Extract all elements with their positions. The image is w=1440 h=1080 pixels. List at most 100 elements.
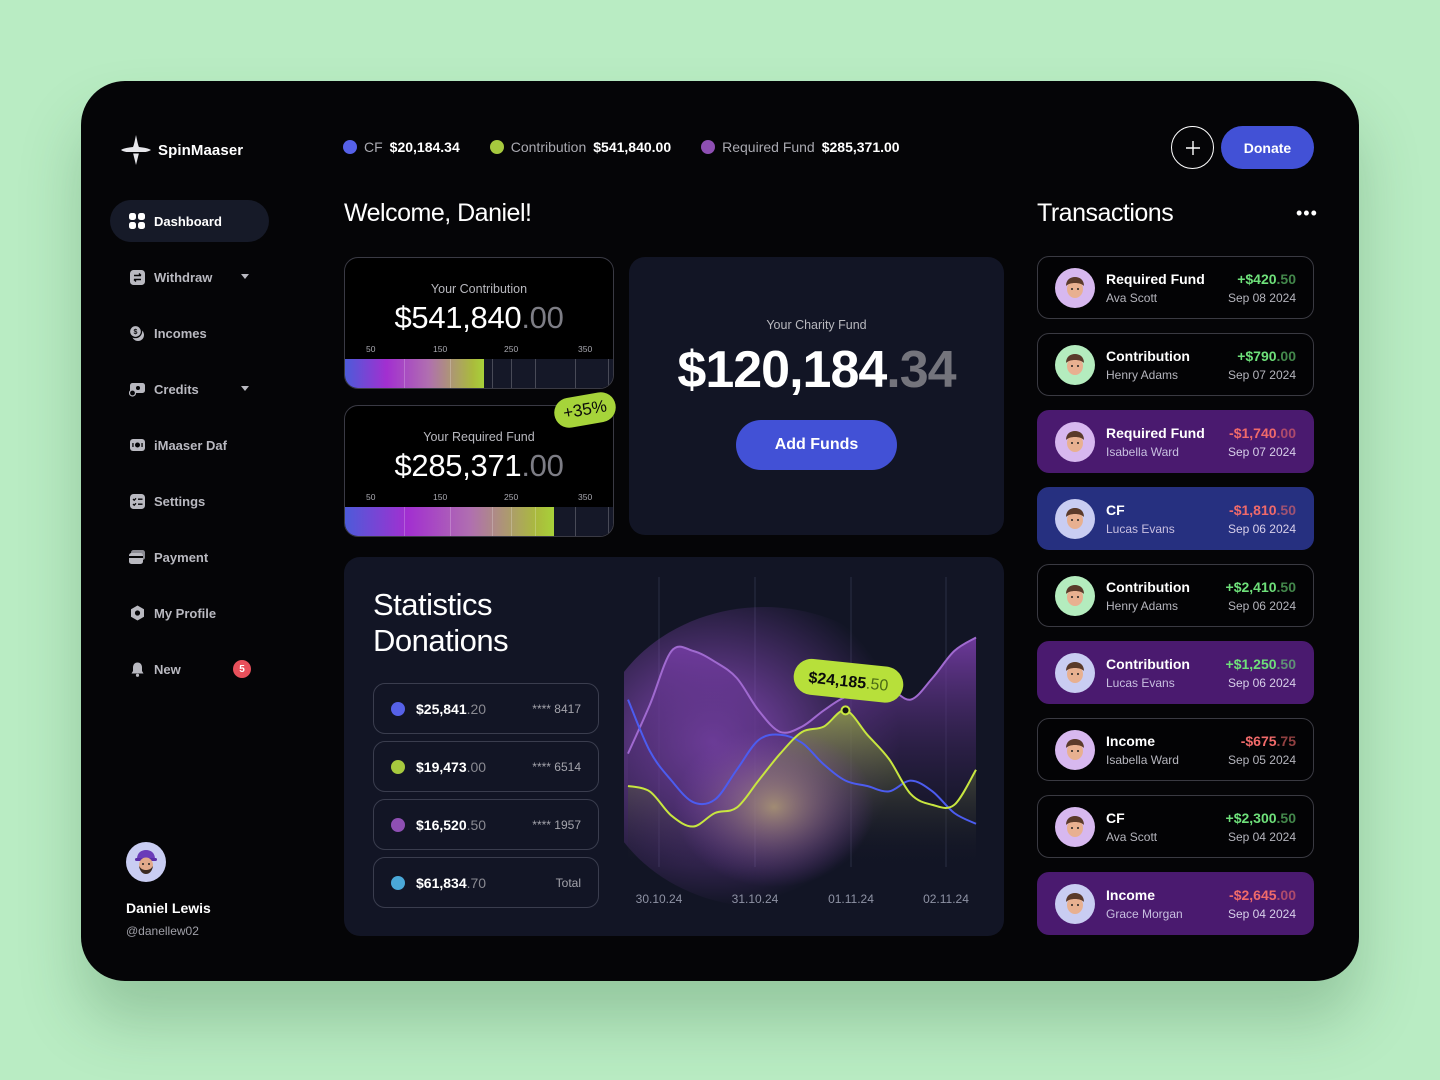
card-amount: $120,184.34 <box>629 340 1004 400</box>
chevron-down-icon[interactable] <box>241 386 249 391</box>
transaction-item[interactable]: Contribution Henry Adams +$790.00 Sep 07… <box>1037 333 1314 396</box>
transaction-item[interactable]: CF Ava Scott +$2,300.50 Sep 04 2024 <box>1037 795 1314 858</box>
transaction-person: Isabella Ward <box>1106 752 1179 767</box>
sidebar-item-my-profile[interactable]: My Profile <box>110 592 269 634</box>
avatar[interactable] <box>126 842 166 882</box>
bell-icon <box>129 661 145 677</box>
transaction-item[interactable]: Required Fund Ava Scott +$420.50 Sep 08 … <box>1037 256 1314 319</box>
user-profile[interactable]: Daniel Lewis @danellew02 <box>126 842 211 938</box>
transaction-amount: -$1,740.00 <box>1228 425 1296 441</box>
amount-integer: $25,841 <box>416 700 467 717</box>
legend-dot <box>391 817 405 832</box>
transaction-info: Contribution Lucas Evans <box>1106 656 1190 690</box>
sidebar-item-credits[interactable]: Credits <box>110 368 269 410</box>
legend-amount: $19,473.00 <box>416 759 486 775</box>
avatar <box>1055 267 1095 308</box>
svg-text:$: $ <box>134 329 138 336</box>
tooltip-value-decimal: .50 <box>865 676 889 695</box>
transaction-item[interactable]: Required Fund Isabella Ward -$1,740.00 S… <box>1037 410 1314 473</box>
add-funds-button[interactable]: Add Funds <box>736 420 897 470</box>
transaction-amount: +$1,250.50 <box>1226 656 1296 672</box>
transaction-item[interactable]: CF Lucas Evans -$1,810.50 Sep 06 2024 <box>1037 487 1314 550</box>
x-tick-label: 02.11.24 <box>923 892 969 906</box>
contribution-card: Your Contribution $541,840.00 50 150 250… <box>344 257 614 389</box>
bar-segment-divider <box>575 359 577 388</box>
transaction-date: Sep 06 2024 <box>1227 675 1296 690</box>
donate-button[interactable]: Donate <box>1221 126 1314 169</box>
transaction-meta: -$1,740.00 Sep 07 2024 <box>1228 425 1296 459</box>
transaction-meta: +$420.50 Sep 08 2024 <box>1228 271 1296 305</box>
amount-decimal: .50 <box>1276 270 1296 287</box>
amount-integer: +$790 <box>1237 347 1277 364</box>
chart-glow <box>674 727 874 887</box>
amount-decimal: .20 <box>466 700 487 717</box>
stat-label: Required Fund <box>722 139 815 155</box>
hexagon-icon <box>129 605 145 621</box>
sidebar-item-new[interactable]: New 5 <box>110 648 269 690</box>
sidebar-item-withdraw[interactable]: Withdraw <box>110 256 269 298</box>
transaction-person: Lucas Evans <box>1106 521 1175 536</box>
transaction-meta: +$2,300.50 Sep 04 2024 <box>1226 810 1296 844</box>
transaction-date: Sep 08 2024 <box>1227 290 1296 305</box>
chart-areas <box>624 607 976 907</box>
sidebar-item-label: Withdraw <box>154 269 213 285</box>
donations-chart[interactable]: 30.10.24 31.10.24 01.11.24 02.11.24 $24,185… <box>624 577 994 927</box>
legend-dot <box>391 759 405 774</box>
transaction-amount: -$675.75 <box>1228 733 1296 749</box>
transaction-person: Ava Scott <box>1106 290 1158 305</box>
bar-segment-divider <box>403 359 405 388</box>
sidebar-item-settings[interactable]: Settings <box>110 480 269 522</box>
avatar <box>1055 344 1095 385</box>
cash-icon <box>129 437 145 453</box>
sidebar-item-imaaser-daf[interactable]: iMaaser Daf <box>110 424 269 466</box>
scale-tick: 50 <box>366 344 376 354</box>
sidebar-item-payment[interactable]: Payment <box>110 536 269 578</box>
transaction-amount: +$2,410.50 <box>1226 579 1296 595</box>
summary-stats: CF $20,184.34 Contribution $541,840.00 R… <box>343 139 900 155</box>
sidebar-nav: Dashboard Withdraw $ Incomes Credits iMa… <box>110 200 269 704</box>
transaction-meta: +$2,410.50 Sep 06 2024 <box>1226 579 1296 613</box>
legend-item[interactable]: $16,520.50 **** 1957 <box>373 799 599 850</box>
transaction-amount: -$1,810.50 <box>1228 502 1296 518</box>
transaction-item[interactable]: Income Isabella Ward -$675.75 Sep 05 202… <box>1037 718 1314 781</box>
avatar <box>1055 652 1095 693</box>
more-icon[interactable]: ••• <box>1296 203 1318 224</box>
transactions-list: Required Fund Ava Scott +$420.50 Sep 08 … <box>1037 256 1314 949</box>
card-number: **** 1957 <box>532 817 581 832</box>
credit-icon <box>129 381 145 397</box>
legend-dot <box>489 140 504 154</box>
chevron-down-icon[interactable] <box>241 274 249 279</box>
legend-item[interactable]: $19,473.00 **** 6514 <box>373 741 599 792</box>
sidebar-item-incomes[interactable]: $ Incomes <box>110 312 269 354</box>
scale-tick: 250 <box>504 492 519 502</box>
sidebar-item-dashboard[interactable]: Dashboard <box>110 200 269 242</box>
transaction-type: Required Fund <box>1106 270 1205 287</box>
transaction-item[interactable]: Contribution Lucas Evans +$1,250.50 Sep … <box>1037 641 1314 704</box>
card-number: Total <box>555 875 581 890</box>
legend-item[interactable]: $25,841.20 **** 8417 <box>373 683 599 734</box>
stat-value: $285,371.00 <box>821 139 900 155</box>
app-logo[interactable]: SpinMaaser <box>120 133 243 167</box>
x-tick-label: 31.10.24 <box>732 892 779 906</box>
legend-dot <box>391 701 405 716</box>
amount-integer: $61,834 <box>416 874 467 891</box>
transaction-item[interactable]: Income Grace Morgan -$2,645.00 Sep 04 20… <box>1037 872 1314 935</box>
transaction-type: Income <box>1106 732 1156 749</box>
scale-tick: 250 <box>504 344 519 354</box>
avatar <box>1055 806 1095 847</box>
x-tick-label: 01.11.24 <box>828 892 874 906</box>
transaction-info: Contribution Henry Adams <box>1106 579 1190 613</box>
amount-decimal: .70 <box>466 874 487 891</box>
legend-item[interactable]: $61,834.70 Total <box>373 857 599 908</box>
avatar <box>1055 883 1095 924</box>
stat-cf: CF $20,184.34 <box>343 139 460 155</box>
amount-integer: +$2,300 <box>1225 809 1277 826</box>
amount-decimal: .00 <box>466 758 487 775</box>
transaction-item[interactable]: Contribution Henry Adams +$2,410.50 Sep … <box>1037 564 1314 627</box>
stat-value: $541,840.00 <box>593 139 672 155</box>
transaction-date: Sep 07 2024 <box>1227 367 1296 382</box>
add-button[interactable] <box>1171 126 1214 169</box>
avatar <box>1055 421 1095 462</box>
bar-segment-divider <box>511 507 513 536</box>
tooltip-point <box>840 705 851 716</box>
